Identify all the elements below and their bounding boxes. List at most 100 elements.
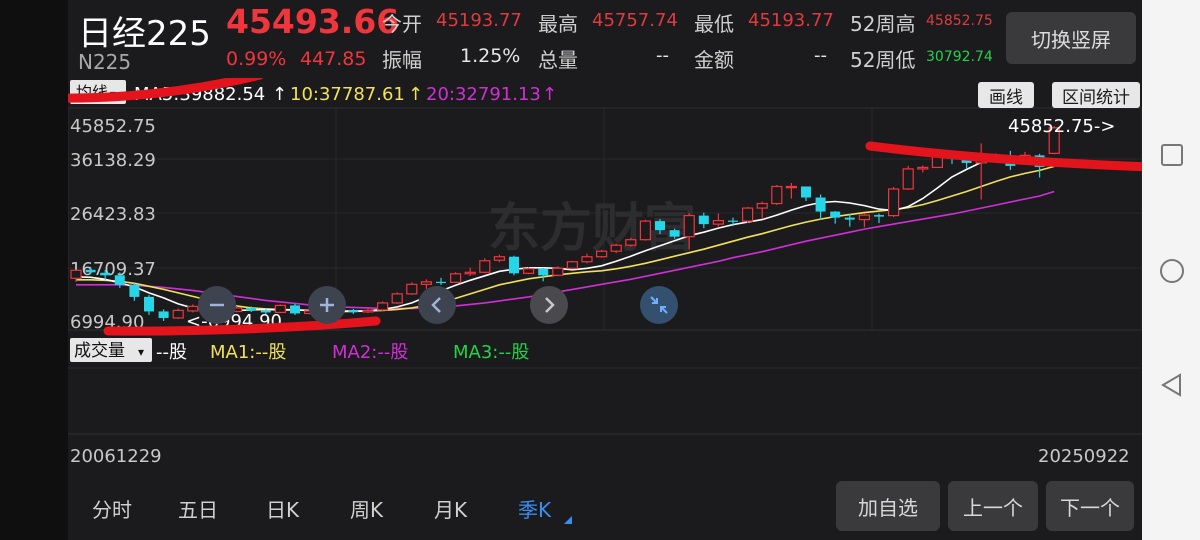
candle — [698, 212, 709, 229]
volume-panel: 成交量 ▾ --股 MA1:--股 MA2:--股 MA3:--股 — [68, 329, 1142, 435]
candle-body — [712, 220, 725, 225]
exit-fullscreen-button[interactable] — [640, 286, 678, 324]
chevron-left-icon — [431, 297, 441, 313]
next-button[interactable]: 下一个 — [1046, 481, 1134, 531]
candle-body — [756, 202, 768, 209]
candle — [391, 292, 403, 304]
low52-value: 30792.74 — [926, 49, 993, 65]
high-value: 45757.74 — [592, 10, 678, 31]
last-price: 45493.66 — [226, 2, 400, 41]
candle — [509, 255, 519, 276]
candle — [436, 277, 446, 285]
scroll-right-button[interactable] — [530, 286, 568, 324]
candle-body — [830, 211, 841, 218]
vol-ma2: MA2:--股 — [332, 342, 408, 363]
candle — [712, 213, 725, 227]
candle-body — [172, 309, 184, 319]
candle — [144, 294, 154, 315]
chevron-right-icon — [545, 297, 555, 313]
candle-body — [290, 305, 300, 314]
amplitude-value: 1.25% — [460, 45, 521, 67]
x-start-label: 20061229 — [70, 446, 162, 467]
candle — [801, 186, 811, 202]
change-value: 447.85 — [300, 48, 367, 70]
amount-value: -- — [814, 45, 827, 66]
ma20-arrow-icon: ↑ — [542, 84, 557, 105]
candle-body — [785, 185, 798, 189]
switch-portrait-button[interactable]: 切换竖屏 — [1006, 12, 1136, 64]
candle-body — [683, 214, 695, 238]
candle-body — [639, 220, 652, 241]
tab-quarterly-k[interactable]: 季K — [518, 494, 551, 523]
back-icon[interactable] — [1159, 372, 1185, 398]
candle — [741, 207, 754, 224]
zoom-in-button[interactable] — [308, 286, 346, 324]
candle-body — [377, 302, 389, 311]
y-axis-labels: 45852.75 36138.29 26423.83 16709.37 6994… — [70, 116, 156, 333]
tab-weekly-k[interactable]: 周K — [350, 494, 383, 523]
low-label: 最低 — [694, 12, 734, 36]
ma10-arrow-icon: ↑ — [408, 84, 423, 105]
candle-body — [815, 197, 826, 212]
candle-body — [771, 185, 783, 205]
candle — [290, 303, 300, 315]
candle-body — [801, 186, 811, 198]
candle-body — [858, 214, 871, 221]
candle-body — [887, 188, 900, 217]
candle-body — [158, 311, 169, 318]
tab-monthly-k[interactable]: 月K — [434, 494, 467, 523]
minus-icon — [210, 303, 224, 307]
tab-daily-k[interactable]: 日K — [266, 494, 299, 523]
candle — [538, 267, 549, 282]
candle — [595, 249, 608, 258]
vol-ma3: MA3:--股 — [453, 342, 529, 363]
candle — [172, 308, 184, 319]
home-icon[interactable] — [1158, 257, 1186, 285]
candle-body — [100, 272, 111, 276]
candle-body — [610, 244, 622, 252]
candle — [377, 301, 389, 311]
candle-body — [874, 215, 884, 217]
candle — [902, 165, 914, 190]
candle-body — [114, 275, 125, 285]
range-stats-button[interactable]: 区间统计 — [1052, 82, 1140, 108]
candle-body — [523, 268, 535, 274]
ma20-value: 20:32791.13 — [426, 84, 541, 105]
candle — [756, 201, 768, 220]
draw-line-button[interactable]: 画线 — [978, 82, 1034, 108]
tab-intraday[interactable]: 分时 — [92, 494, 132, 523]
candle-body — [538, 268, 549, 276]
open-value: 45193.77 — [436, 10, 522, 31]
previous-button[interactable]: 上一个 — [948, 481, 1038, 531]
tab-five-day[interactable]: 五日 — [178, 494, 218, 523]
candle — [887, 186, 900, 218]
candle — [406, 282, 418, 295]
candle — [771, 184, 783, 206]
candle-body — [436, 281, 446, 284]
candle-body — [595, 250, 608, 258]
recent-apps-icon[interactable] — [1159, 142, 1185, 168]
candle-body — [493, 256, 505, 261]
candle — [874, 213, 884, 224]
volume-mode-caret-icon: ▾ — [138, 345, 144, 359]
scroll-left-button[interactable] — [418, 286, 456, 324]
candle-body — [479, 260, 491, 273]
volume-label: 总量 — [538, 48, 578, 72]
kline-chart[interactable]: 均线 ▾ MA5:39882.54 ↑ 10:37787.61 ↑ 20:327… — [68, 78, 1142, 478]
high52-label: 52周高 — [850, 12, 916, 36]
candle — [830, 211, 841, 224]
low52-label: 52周低 — [850, 48, 916, 72]
amplitude-label: 振幅 — [382, 48, 422, 72]
candle — [785, 182, 798, 199]
add-to-watchlist-button[interactable]: 加自选 — [836, 481, 940, 531]
left-edge-strip — [0, 0, 68, 540]
candle — [639, 219, 652, 241]
x-end-label: 20250922 — [1038, 446, 1130, 467]
high-label: 最高 — [538, 12, 578, 36]
candle — [975, 143, 987, 200]
candle-body — [420, 281, 432, 285]
zoom-out-button[interactable] — [198, 286, 236, 324]
candle — [158, 309, 169, 321]
candle-body — [698, 215, 709, 225]
candle — [917, 165, 929, 173]
